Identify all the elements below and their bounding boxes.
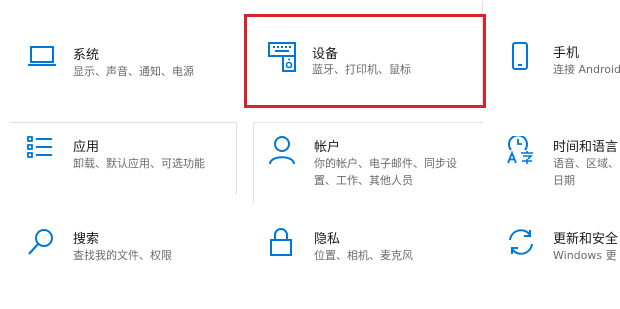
- time-language-icon: [507, 136, 541, 170]
- tile-description: 卸载、默认应用、可选功能: [73, 157, 205, 170]
- settings-tile-phone[interactable]: 手机 连接 Android: [507, 42, 620, 122]
- tile-title: 搜索: [73, 232, 100, 247]
- settings-tile-apps[interactable]: 应用 卸载、默认应用、可选功能: [27, 136, 237, 216]
- tile-description: Windows 更: [553, 249, 617, 262]
- tile-description: 查找我的文件、权限: [73, 249, 172, 262]
- tile-description: 语音、区域、 日期: [553, 157, 619, 187]
- apps-list-icon: [27, 136, 61, 170]
- tile-description: 显示、声音、通知、电源: [73, 65, 194, 78]
- settings-tile-system[interactable]: 系统 显示、声音、通知、电源: [27, 44, 237, 124]
- tile-title: 帐户: [314, 140, 341, 155]
- laptop-icon: [27, 44, 61, 78]
- settings-tile-update-security[interactable]: 更新和安全 Windows 更: [507, 228, 620, 308]
- tile-description: 位置、相机、麦克风: [314, 249, 413, 262]
- highlight-annotation-box: [244, 14, 486, 108]
- tile-title: 更新和安全: [553, 232, 619, 247]
- phone-icon: [507, 42, 541, 76]
- lock-icon: [268, 228, 302, 262]
- tile-description: 你的帐户、电子邮件、同步设 置、工作、其他人员: [314, 157, 457, 187]
- tile-title: 时间和语言: [553, 140, 619, 155]
- tile-description: 连接 Android: [553, 63, 620, 76]
- sync-icon: [507, 228, 541, 262]
- settings-tile-search[interactable]: 搜索 查找我的文件、权限: [27, 228, 237, 308]
- settings-tile-time-language[interactable]: 时间和语言 语音、区域、 日期: [507, 136, 620, 216]
- tile-title: 手机: [553, 46, 580, 61]
- search-icon: [27, 228, 61, 262]
- settings-tile-accounts[interactable]: 帐户 你的帐户、电子邮件、同步设 置、工作、其他人员: [268, 136, 478, 216]
- tile-title: 系统: [73, 48, 100, 63]
- tile-title: 隐私: [314, 232, 341, 247]
- settings-tile-privacy[interactable]: 隐私 位置、相机、麦克风: [268, 228, 478, 308]
- tile-title: 应用: [73, 140, 100, 155]
- person-icon: [268, 136, 302, 170]
